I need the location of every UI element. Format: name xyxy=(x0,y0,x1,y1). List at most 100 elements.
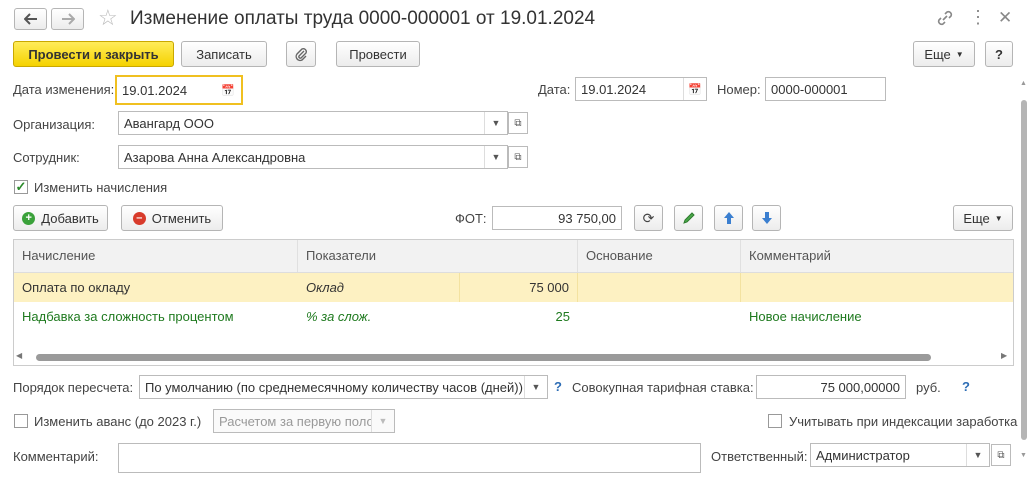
calendar-icon[interactable]: 📅 xyxy=(215,84,241,97)
column-header-accrual[interactable]: Начисление xyxy=(14,240,298,272)
post-button[interactable]: Провести xyxy=(336,41,420,67)
fot-value: 93 750,00 xyxy=(558,210,616,226)
value-cell[interactable]: 25 xyxy=(460,302,578,331)
scroll-right-icon[interactable]: ▶ xyxy=(1001,351,1007,360)
scroll-down-icon[interactable]: ▼ xyxy=(1020,452,1027,459)
fot-label: ФОТ: xyxy=(455,211,487,226)
move-up-button[interactable] xyxy=(714,205,743,231)
open-employee-button[interactable]: ⧉ xyxy=(508,146,528,168)
back-button[interactable] xyxy=(14,8,47,30)
date-label: Дата: xyxy=(538,82,571,97)
post-and-close-button[interactable]: Провести и закрыть xyxy=(13,41,174,67)
more-button[interactable]: Еще ▼ xyxy=(913,41,975,67)
favorite-star-icon[interactable]: ☆ xyxy=(98,6,118,30)
open-window-icon: ⧉ xyxy=(514,151,522,163)
grid-more-label: Еще xyxy=(963,210,990,226)
basis-cell[interactable] xyxy=(578,302,741,331)
chevron-down-icon[interactable]: ▼ xyxy=(484,112,507,134)
advance-value: Расчетом за первую полов xyxy=(219,413,371,429)
value-cell[interactable]: 75 000 xyxy=(460,273,578,302)
advance-label: Изменить аванс (до 2023 г.) xyxy=(34,414,202,429)
indicator-cell[interactable]: Оклад xyxy=(298,273,460,302)
comment-field[interactable] xyxy=(118,443,701,473)
move-down-button[interactable] xyxy=(752,205,781,231)
cancel-icon: – xyxy=(132,211,146,225)
open-window-icon: ⧉ xyxy=(997,449,1005,461)
organization-field[interactable]: Авангард ООО ▼ xyxy=(118,111,508,135)
organization-label: Организация: xyxy=(13,117,96,132)
save-button[interactable]: Записать xyxy=(181,41,267,67)
window-title: Изменение оплаты труда 0000-000001 от 19… xyxy=(130,8,596,29)
fot-field: 93 750,00 xyxy=(492,206,622,230)
edit-button[interactable] xyxy=(674,205,703,231)
advance-checkbox[interactable] xyxy=(14,414,28,428)
help-button[interactable]: ? xyxy=(985,41,1013,67)
column-header-basis[interactable]: Основание xyxy=(578,240,741,272)
chevron-down-icon[interactable]: ▼ xyxy=(524,376,547,398)
rate-label: Совокупная тарифная ставка: xyxy=(572,380,754,395)
responsible-label: Ответственный: xyxy=(711,449,808,464)
basis-cell[interactable] xyxy=(578,273,741,302)
comment-label: Комментарий: xyxy=(13,449,99,464)
indicator-cell[interactable]: % за слож. xyxy=(298,302,460,331)
grid-more-button[interactable]: Еще ▼ xyxy=(953,205,1013,231)
chevron-down-icon[interactable]: ▼ xyxy=(484,146,507,168)
employee-value: Азарова Анна Александровна xyxy=(124,149,306,165)
link-icon[interactable] xyxy=(936,9,954,27)
refresh-icon: ⟳ xyxy=(642,209,655,226)
responsible-value: Администратор xyxy=(816,447,910,463)
open-window-icon: ⧉ xyxy=(514,117,522,129)
date-field[interactable]: 19.01.2024 📅 xyxy=(575,77,707,101)
chevron-down-icon[interactable]: ▼ xyxy=(966,444,989,466)
pencil-icon xyxy=(682,212,695,224)
indexation-label: Учитывать при индексации заработка xyxy=(789,414,1018,429)
indexation-checkbox[interactable] xyxy=(768,414,782,428)
scroll-left-icon[interactable]: ◀ xyxy=(16,351,22,360)
more-label: Еще xyxy=(924,46,951,62)
add-label: Добавить xyxy=(41,210,99,226)
recalc-label: Порядок пересчета: xyxy=(13,380,134,395)
table-row[interactable]: Оплата по окладу Оклад 75 000 xyxy=(14,273,1013,302)
arrow-left-icon xyxy=(23,13,37,25)
change-accruals-label: Изменить начисления xyxy=(34,180,168,195)
refresh-button[interactable]: ⟳ xyxy=(634,205,663,231)
responsible-field[interactable]: Администратор ▼ xyxy=(810,443,990,467)
checkmark-icon: ✓ xyxy=(15,179,27,194)
recalc-field[interactable]: По умолчанию (по среднемесячному количес… xyxy=(139,375,548,399)
horizontal-scrollbar[interactable] xyxy=(36,354,931,361)
more-menu-icon[interactable]: ⋮ xyxy=(969,6,987,28)
dropdown-arrow-icon: ▼ xyxy=(994,213,1003,223)
rate-value: 75 000,00000 xyxy=(820,379,900,395)
open-responsible-button[interactable]: ⧉ xyxy=(991,444,1011,466)
forward-button[interactable] xyxy=(51,8,84,30)
vertical-scrollbar[interactable] xyxy=(1021,100,1027,440)
number-value: 0000-000001 xyxy=(771,81,848,97)
recalc-help-icon[interactable]: ? xyxy=(554,379,562,394)
grid-header: Начисление Показатели Основание Коммента… xyxy=(14,240,1013,273)
close-icon[interactable]: ✕ xyxy=(998,7,1012,29)
change-date-value: 19.01.2024 xyxy=(122,82,188,98)
chevron-down-icon: ▼ xyxy=(371,410,394,432)
employee-field[interactable]: Азарова Анна Александровна ▼ xyxy=(118,145,508,169)
accrual-cell[interactable]: Надбавка за сложность процентом xyxy=(14,302,298,331)
table-row[interactable]: Надбавка за сложность процентом % за сло… xyxy=(14,302,1013,331)
column-header-indicators[interactable]: Показатели xyxy=(298,240,578,272)
recalc-value: По умолчанию (по среднемесячному количес… xyxy=(145,379,523,395)
calendar-icon[interactable]: 📅 xyxy=(683,78,706,100)
change-date-field[interactable]: 19.01.2024 📅 xyxy=(115,75,243,105)
comment-cell[interactable] xyxy=(741,273,1013,302)
number-label: Номер: xyxy=(717,82,761,97)
attach-button[interactable] xyxy=(286,41,316,67)
open-organization-button[interactable]: ⧉ xyxy=(508,112,528,134)
change-accruals-checkbox[interactable]: ✓ xyxy=(14,179,28,194)
accrual-cell[interactable]: Оплата по окладу xyxy=(14,273,298,302)
rate-help-icon[interactable]: ? xyxy=(962,379,970,394)
add-button[interactable]: + Добавить xyxy=(13,205,108,231)
column-header-comment[interactable]: Комментарий xyxy=(741,240,1013,272)
paperclip-icon xyxy=(295,48,307,62)
comment-cell[interactable]: Новое начисление xyxy=(741,302,1013,331)
date-value: 19.01.2024 xyxy=(581,81,647,97)
scroll-up-icon[interactable]: ▲ xyxy=(1020,80,1027,87)
cancel-button[interactable]: – Отменить xyxy=(121,205,223,231)
number-field[interactable]: 0000-000001 xyxy=(765,77,886,101)
